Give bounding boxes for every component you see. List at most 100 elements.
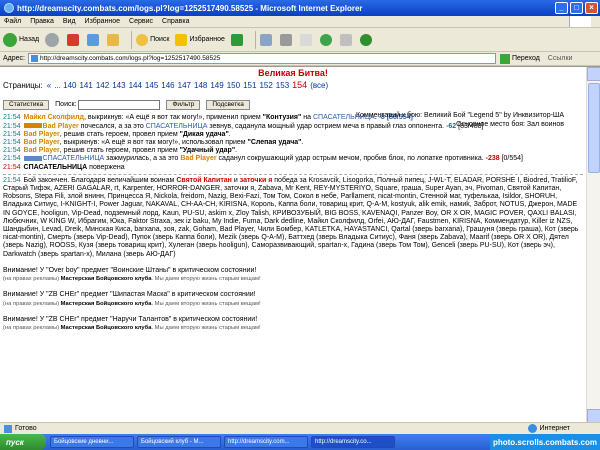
ad-link[interactable]: Мастерская Бойцовского клуба (61, 325, 152, 331)
back-label: Назад (19, 36, 40, 43)
menu-edit[interactable]: Правка (30, 18, 54, 25)
ad-prefix: (на правах рекламы) (3, 300, 61, 307)
page-link[interactable]: 152 (259, 81, 272, 90)
highlight-button[interactable]: Подсветка (206, 100, 250, 111)
taskbar-item-active[interactable]: http://dreamscity.co... (311, 436, 395, 448)
player-name[interactable]: Bad Player (24, 131, 60, 138)
all-pages-link[interactable]: (все) (310, 81, 328, 90)
menu-file[interactable]: Файл (4, 18, 21, 25)
close-button[interactable]: × (585, 2, 598, 14)
log-skill: "Удачный удар" (179, 147, 236, 155)
refresh-button[interactable] (87, 33, 101, 46)
taskbar-item[interactable]: Бойцовские дневни... (50, 436, 134, 448)
vertical-scrollbar[interactable] (586, 67, 600, 422)
address-bar: Адрес: http://dreamscity.combats.com/log… (0, 52, 600, 66)
forward-button[interactable] (45, 32, 61, 47)
ad-text: . Мы даем вторую жизнь старым вещам! (151, 276, 261, 283)
player-name[interactable]: Bad Player (24, 147, 60, 154)
media-icon (230, 33, 243, 46)
player-name[interactable]: СПАСАТЕЛЬНИЦА (43, 155, 105, 162)
scroll-thumb[interactable] (588, 83, 600, 173)
ad-line: (на правах рекламы) Мастерская Бойцовско… (3, 300, 583, 308)
log-entry: 21:54 Bad Player, выкрикнув: «А ещё я вот… (3, 139, 583, 147)
scroll-up-icon[interactable] (587, 67, 600, 81)
page-link[interactable]: 150 (227, 81, 240, 90)
home-button[interactable] (107, 33, 121, 46)
page-link[interactable]: 145 (145, 81, 158, 90)
start-button[interactable]: пуск (0, 434, 46, 450)
ad-line: (на правах рекламы) Мастерская Бойцовско… (3, 275, 583, 283)
maximize-button[interactable]: □ (570, 2, 583, 14)
log-hp: [0/554] (499, 155, 523, 163)
menu-tools[interactable]: Сервис (129, 18, 153, 25)
menu-favorites[interactable]: Избранное (85, 18, 120, 25)
player-name[interactable]: Bad Player (180, 155, 216, 162)
forward-arrow-icon (45, 32, 60, 47)
summary-text: Бой закончен. Благодаря величайшим воина… (23, 176, 177, 184)
back-button[interactable]: Назад (3, 32, 40, 47)
go-label: Переход (511, 55, 540, 62)
log-entry: 21:54 Bad Player, решив стать героем, про… (3, 131, 583, 139)
back-arrow-icon (3, 32, 17, 47)
page-icon (30, 55, 38, 62)
messenger-button[interactable] (319, 33, 334, 46)
log-text: , решив стать героем, провел прием (59, 147, 180, 155)
toolbar: Назад Поиск Избранное (0, 28, 600, 52)
log-text: . (235, 147, 238, 155)
page-link[interactable]: 142 (96, 81, 109, 90)
ad-link[interactable]: Мастерская Бойцовского клуба (61, 301, 152, 307)
player-name[interactable]: Bad Player (43, 123, 79, 130)
player-name[interactable]: Bad Player (24, 139, 60, 146)
taskbar-item[interactable]: http://dreamscity.com... (224, 436, 308, 448)
page-link[interactable]: ... 140 (54, 81, 76, 90)
toolbar-separator (254, 30, 256, 49)
log-time: 21:54 (3, 155, 21, 163)
edit-button[interactable] (299, 33, 314, 46)
menu-help[interactable]: Справка (162, 18, 189, 25)
page-link[interactable]: 141 (79, 81, 92, 90)
page-title: Великая Битва! (258, 68, 328, 78)
window-titlebar: http://dreamscity.combats.com/logs.pl?lo… (0, 0, 600, 16)
page-link[interactable]: 153 (276, 81, 289, 90)
page-link[interactable]: 144 (129, 81, 142, 90)
player-name[interactable]: Майкл Сколфилд (24, 114, 84, 121)
menu-view[interactable]: Вид (63, 18, 76, 25)
clover-button[interactable] (359, 33, 374, 46)
mail-button[interactable] (259, 33, 274, 46)
star-icon (175, 33, 188, 46)
page-link[interactable]: 151 (243, 81, 256, 90)
minimize-button[interactable]: _ (555, 2, 568, 14)
divider (3, 173, 583, 175)
links-button[interactable]: Ссылки (548, 55, 573, 62)
research-icon (339, 33, 352, 46)
favorites-button[interactable]: Избранное (175, 33, 225, 46)
page-link[interactable]: 149 (210, 81, 223, 90)
print-button[interactable] (279, 33, 294, 46)
media-button[interactable] (230, 33, 245, 46)
log-time: 21:54 (3, 130, 21, 138)
player-name[interactable]: СПАСАТЕЛЬНИЦА (24, 164, 88, 171)
winner-name[interactable]: Святой Капитан (176, 177, 232, 184)
page-prev-link[interactable]: « (47, 81, 51, 90)
page-link[interactable]: 147 (178, 81, 191, 90)
page-link[interactable]: 148 (194, 81, 207, 90)
stats-button[interactable]: Статистика (3, 100, 50, 111)
go-button[interactable]: Переход (499, 53, 540, 64)
filter-button[interactable]: Фильтр (166, 100, 201, 111)
scroll-down-icon[interactable] (587, 409, 600, 422)
winner-name[interactable]: заточки я (240, 177, 273, 184)
search-input[interactable] (78, 100, 161, 111)
page-link[interactable]: 146 (161, 81, 174, 90)
window-title: http://dreamscity.combats.com/logs.pl?lo… (17, 3, 363, 13)
ad-link[interactable]: Мастерская Бойцовского клуба (61, 276, 152, 282)
taskbar-item[interactable]: Бойцовский клуб - М... (137, 436, 221, 448)
log-damage: -238 (485, 155, 500, 163)
stop-button[interactable] (67, 33, 81, 46)
address-input[interactable]: http://dreamscity.combats.com/logs.pl?lo… (27, 53, 496, 64)
announcement: Внимание! У "Over boy" предмет "Воинские… (3, 266, 257, 274)
page-link[interactable]: 143 (112, 81, 125, 90)
search-button[interactable]: Поиск (136, 33, 169, 46)
player-name[interactable]: СПАСАТЕЛЬНИЦА (146, 123, 208, 130)
log-text: зажмурилась, а за это (104, 155, 181, 163)
research-button[interactable] (339, 33, 354, 46)
